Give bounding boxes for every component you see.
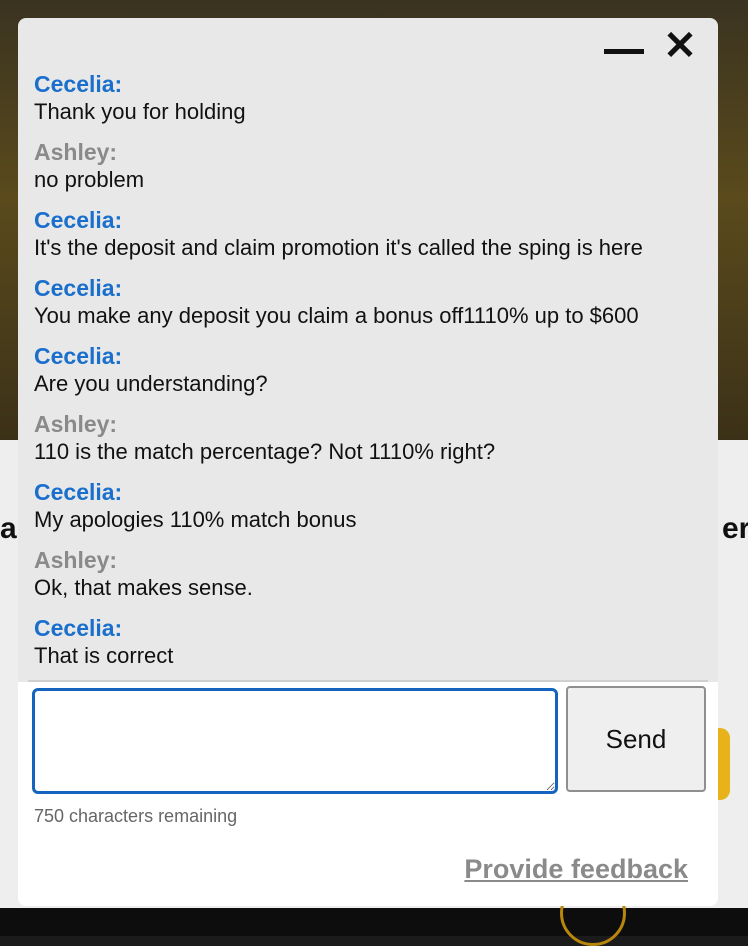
message-text: Are you understanding?: [34, 371, 268, 396]
chat-message: Cecelia: It's the deposit and claim prom…: [34, 206, 704, 274]
message-text: 110 is the match percentage? Not 1110% r…: [34, 439, 496, 464]
message-speaker: Cecelia:: [34, 479, 123, 505]
message-text: That is correct: [34, 643, 174, 668]
message-speaker: Cecelia:: [34, 275, 123, 301]
message-speaker: Ashley:: [34, 411, 118, 437]
chat-message: Ashley: Ok, that makes sense.: [34, 546, 704, 614]
message-text: Thank you for holding: [34, 99, 246, 124]
background-text-fragment-right: er: [722, 512, 748, 545]
message-text: It's the deposit and claim promotion it'…: [34, 235, 643, 260]
chat-transcript: Cecelia: Thank you for holding Ashley: n…: [34, 70, 704, 674]
chat-message: Cecelia: You make any deposit you claim …: [34, 274, 704, 342]
background-page-footer: [0, 908, 748, 936]
message-speaker: Cecelia:: [34, 71, 123, 97]
characters-remaining: 750 characters remaining: [34, 806, 238, 826]
send-button[interactable]: Send: [566, 686, 706, 792]
chat-window: ✕ Cecelia: Thank you for holding Ashley:…: [18, 18, 718, 906]
chat-message: Cecelia: My apologies 110% match bonus: [34, 478, 704, 546]
chat-message: Cecelia: Thank you for holding: [34, 70, 704, 138]
message-text: Ok, that makes sense.: [34, 575, 253, 600]
message-speaker: Cecelia:: [34, 207, 123, 233]
background-text-fragment-left: a: [0, 512, 17, 545]
message-input[interactable]: [32, 688, 558, 794]
provide-feedback-link[interactable]: Provide feedback: [464, 854, 688, 885]
chat-message: Ashley: no problem: [34, 138, 704, 206]
message-text: My apologies 110% match bonus: [34, 507, 357, 532]
message-speaker: Ashley:: [34, 139, 118, 165]
close-icon[interactable]: ✕: [662, 26, 698, 66]
composer-panel: Send 750 characters remaining Provide fe…: [18, 682, 718, 906]
chat-message: Cecelia: Are you understanding?: [34, 342, 704, 410]
minimize-icon[interactable]: [604, 42, 644, 62]
chat-message: Ashley: 110 is the match percentage? Not…: [34, 410, 704, 478]
chat-message: Cecelia: That is correct: [34, 614, 704, 682]
message-speaker: Ashley:: [34, 547, 118, 573]
message-speaker: Cecelia:: [34, 343, 123, 369]
message-text: You make any deposit you claim a bonus o…: [34, 303, 639, 328]
message-text: no problem: [34, 167, 145, 192]
message-speaker: Cecelia:: [34, 615, 123, 641]
